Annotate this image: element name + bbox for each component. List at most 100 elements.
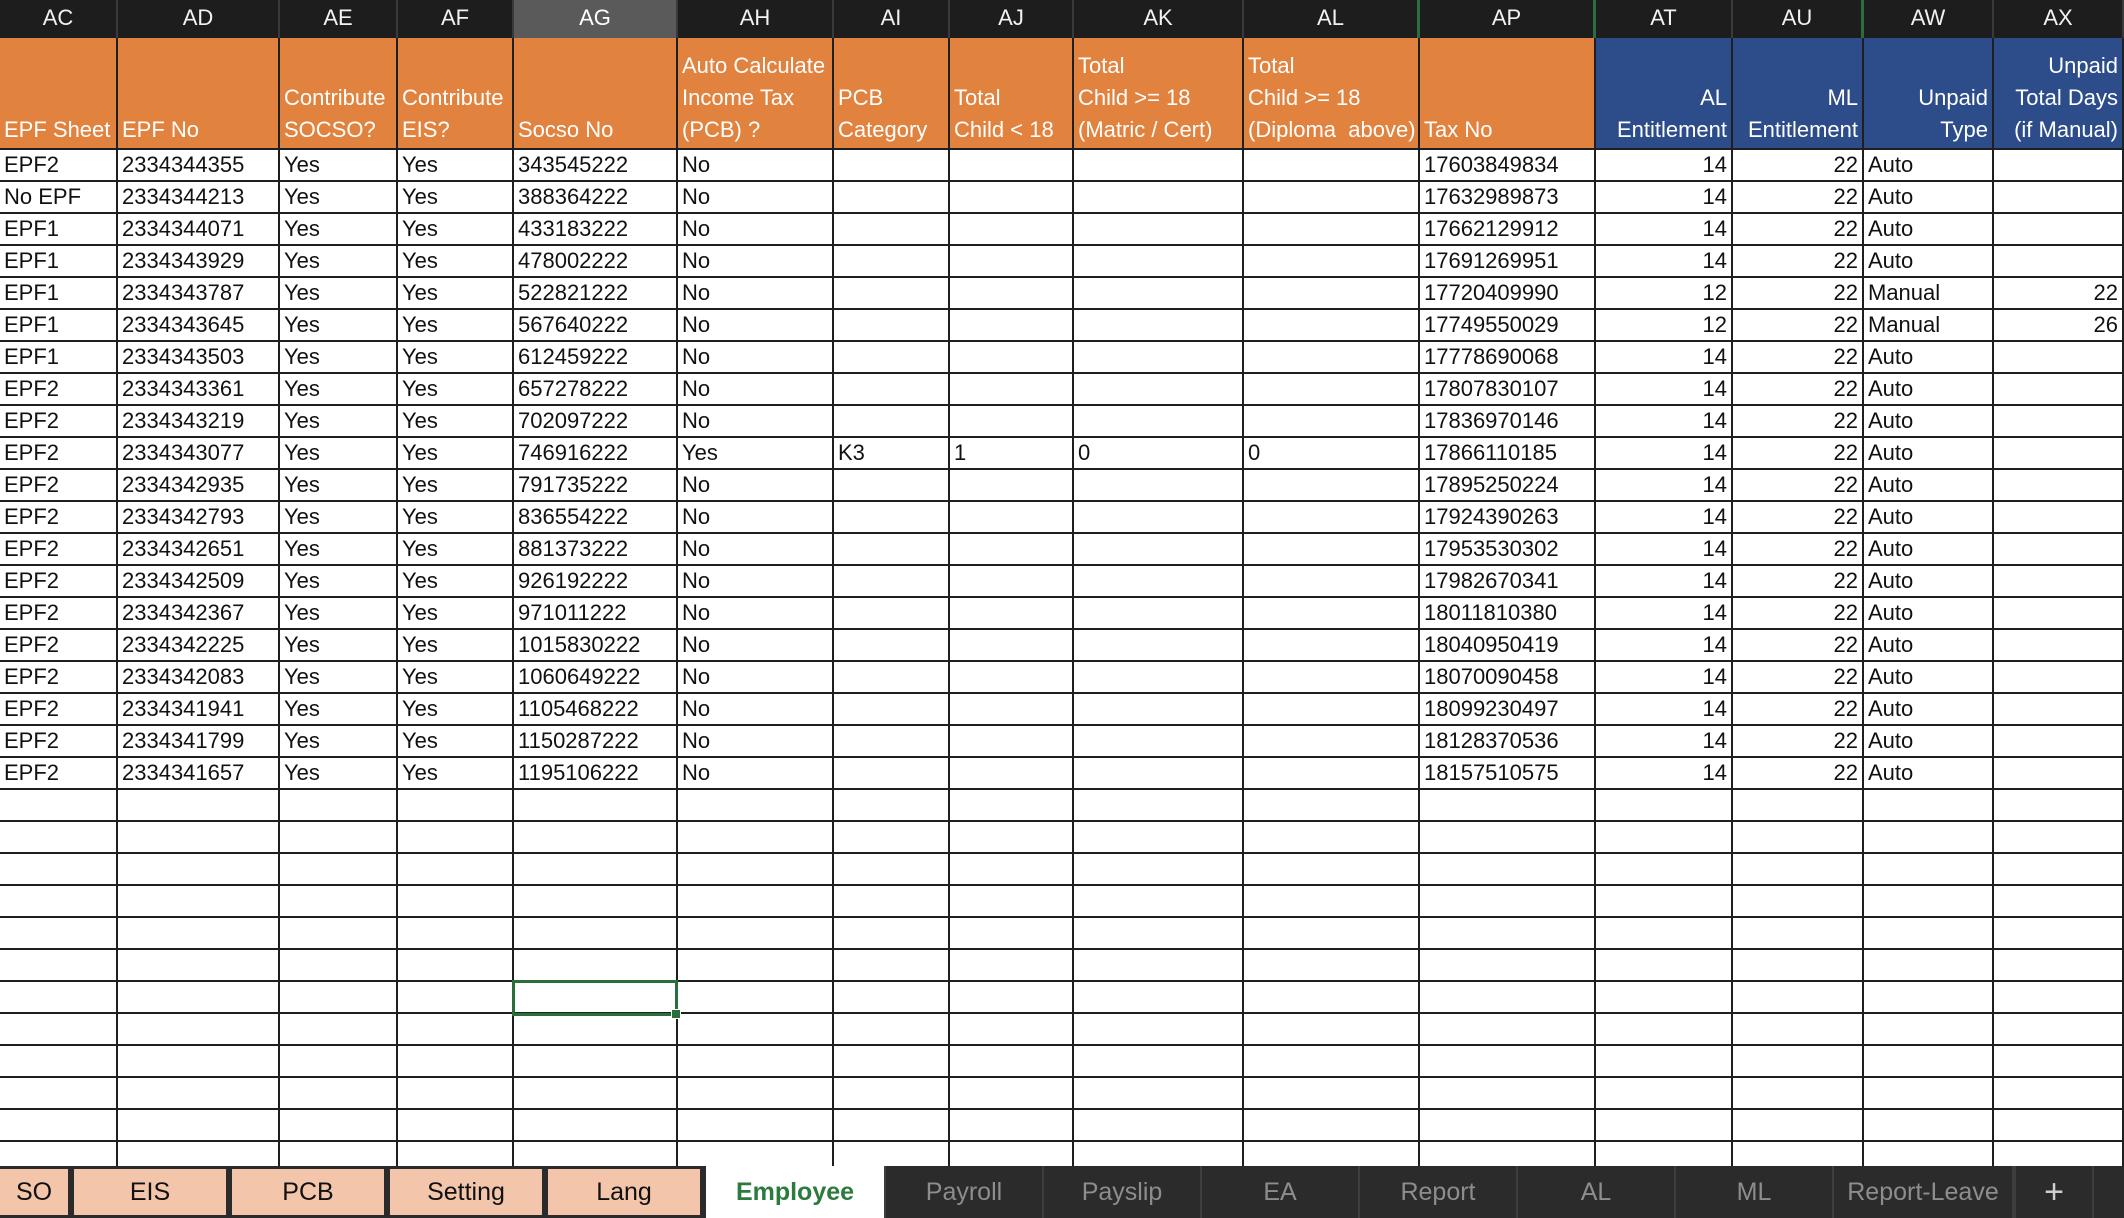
cell-al[interactable] <box>1244 342 1420 374</box>
cell-ak[interactable] <box>1074 278 1244 310</box>
cell-aj[interactable] <box>950 150 1074 182</box>
cell-ae[interactable]: Yes <box>280 566 398 598</box>
cell-ac[interactable]: EPF1 <box>0 246 118 278</box>
empty-cell[interactable] <box>1244 918 1420 950</box>
empty-cell[interactable] <box>834 1046 950 1078</box>
cell-ah[interactable]: No <box>678 598 834 630</box>
cell-ah[interactable]: No <box>678 566 834 598</box>
cell-ak[interactable] <box>1074 502 1244 534</box>
cell-ad[interactable]: 2334343645 <box>118 310 280 342</box>
cell-aj[interactable] <box>950 278 1074 310</box>
header-cell-aw[interactable]: Unpaid Type <box>1864 38 1994 150</box>
cell-ap[interactable]: 17836970146 <box>1420 406 1596 438</box>
empty-cell[interactable] <box>118 886 280 918</box>
cell-ai[interactable] <box>834 214 950 246</box>
empty-cell[interactable] <box>0 1046 118 1078</box>
header-cell-ac[interactable]: EPF Sheet <box>0 38 118 150</box>
cell-al[interactable] <box>1244 502 1420 534</box>
cell-at[interactable]: 14 <box>1596 374 1733 406</box>
cell-af[interactable]: Yes <box>398 182 514 214</box>
cell-ap[interactable]: 17749550029 <box>1420 310 1596 342</box>
sheet-tab-eis[interactable]: EIS <box>74 1169 226 1215</box>
cell-ap[interactable]: 17982670341 <box>1420 566 1596 598</box>
empty-cell[interactable] <box>1244 950 1420 982</box>
empty-cell[interactable] <box>950 1046 1074 1078</box>
cell-ak[interactable] <box>1074 182 1244 214</box>
cell-af[interactable]: Yes <box>398 150 514 182</box>
cell-ap[interactable]: 17866110185 <box>1420 438 1596 470</box>
empty-cell[interactable] <box>1733 886 1864 918</box>
empty-cell[interactable] <box>514 982 678 1014</box>
cell-ac[interactable]: EPF1 <box>0 342 118 374</box>
cell-ac[interactable]: EPF2 <box>0 438 118 470</box>
cell-ap[interactable]: 17603849834 <box>1420 150 1596 182</box>
cell-al[interactable] <box>1244 726 1420 758</box>
cell-af[interactable]: Yes <box>398 310 514 342</box>
header-cell-al[interactable]: Total Child >= 18 (Diploma above) <box>1244 38 1420 150</box>
cell-ad[interactable]: 2334343219 <box>118 406 280 438</box>
cell-ad[interactable]: 2334342225 <box>118 630 280 662</box>
cell-ax[interactable] <box>1994 150 2124 182</box>
empty-cell[interactable] <box>398 854 514 886</box>
cell-at[interactable]: 14 <box>1596 182 1733 214</box>
cell-aj[interactable] <box>950 406 1074 438</box>
cell-ae[interactable]: Yes <box>280 342 398 374</box>
cell-ax[interactable]: 22 <box>1994 278 2124 310</box>
cell-ak[interactable] <box>1074 406 1244 438</box>
cell-aw[interactable]: Auto <box>1864 438 1994 470</box>
empty-cell[interactable] <box>1420 1014 1596 1046</box>
cell-af[interactable]: Yes <box>398 214 514 246</box>
empty-cell[interactable] <box>398 790 514 822</box>
cell-ak[interactable] <box>1074 310 1244 342</box>
column-header-ah[interactable]: AH <box>678 0 834 38</box>
empty-cell[interactable] <box>678 950 834 982</box>
cell-aw[interactable]: Auto <box>1864 342 1994 374</box>
empty-cell[interactable] <box>1596 822 1733 854</box>
empty-cell[interactable] <box>1864 854 1994 886</box>
cell-ah[interactable]: No <box>678 470 834 502</box>
cell-ah[interactable]: No <box>678 374 834 406</box>
cell-al[interactable] <box>1244 758 1420 790</box>
empty-cell[interactable] <box>1244 1014 1420 1046</box>
empty-cell[interactable] <box>678 1046 834 1078</box>
cell-ap[interactable]: 18128370536 <box>1420 726 1596 758</box>
cell-ap[interactable]: 18070090458 <box>1420 662 1596 694</box>
cell-ax[interactable]: 26 <box>1994 310 2124 342</box>
empty-cell[interactable] <box>1733 790 1864 822</box>
cell-aw[interactable]: Auto <box>1864 662 1994 694</box>
empty-cell[interactable] <box>398 1046 514 1078</box>
cell-ae[interactable]: Yes <box>280 502 398 534</box>
cell-ai[interactable] <box>834 566 950 598</box>
cell-au[interactable]: 22 <box>1733 278 1864 310</box>
cell-aj[interactable] <box>950 214 1074 246</box>
cell-ap[interactable]: 17953530302 <box>1420 534 1596 566</box>
cell-ai[interactable] <box>834 310 950 342</box>
cell-ac[interactable]: EPF2 <box>0 470 118 502</box>
sheet-tab-payslip[interactable]: Payslip <box>1044 1166 1202 1218</box>
cell-at[interactable]: 14 <box>1596 630 1733 662</box>
cell-ap[interactable]: 17691269951 <box>1420 246 1596 278</box>
cell-ae[interactable]: Yes <box>280 182 398 214</box>
cell-aw[interactable]: Auto <box>1864 214 1994 246</box>
header-cell-ak[interactable]: Total Child >= 18 (Matric / Cert) <box>1074 38 1244 150</box>
cell-ap[interactable]: 17632989873 <box>1420 182 1596 214</box>
header-cell-at[interactable]: AL Entitlement <box>1596 38 1733 150</box>
empty-cell[interactable] <box>1596 982 1733 1014</box>
empty-cell[interactable] <box>1994 1110 2124 1142</box>
cell-ai[interactable] <box>834 406 950 438</box>
cell-aj[interactable] <box>950 598 1074 630</box>
cell-af[interactable]: Yes <box>398 758 514 790</box>
column-header-aj[interactable]: AJ <box>950 0 1074 38</box>
cell-al[interactable] <box>1244 534 1420 566</box>
cell-ac[interactable]: EPF1 <box>0 278 118 310</box>
cell-ag[interactable]: 836554222 <box>514 502 678 534</box>
empty-cell[interactable] <box>1244 886 1420 918</box>
cell-ag[interactable]: 657278222 <box>514 374 678 406</box>
cell-ae[interactable]: Yes <box>280 406 398 438</box>
cell-ae[interactable]: Yes <box>280 758 398 790</box>
cell-ax[interactable] <box>1994 662 2124 694</box>
cell-ax[interactable] <box>1994 438 2124 470</box>
empty-cell[interactable] <box>678 822 834 854</box>
cell-ag[interactable]: 791735222 <box>514 470 678 502</box>
cell-al[interactable] <box>1244 150 1420 182</box>
